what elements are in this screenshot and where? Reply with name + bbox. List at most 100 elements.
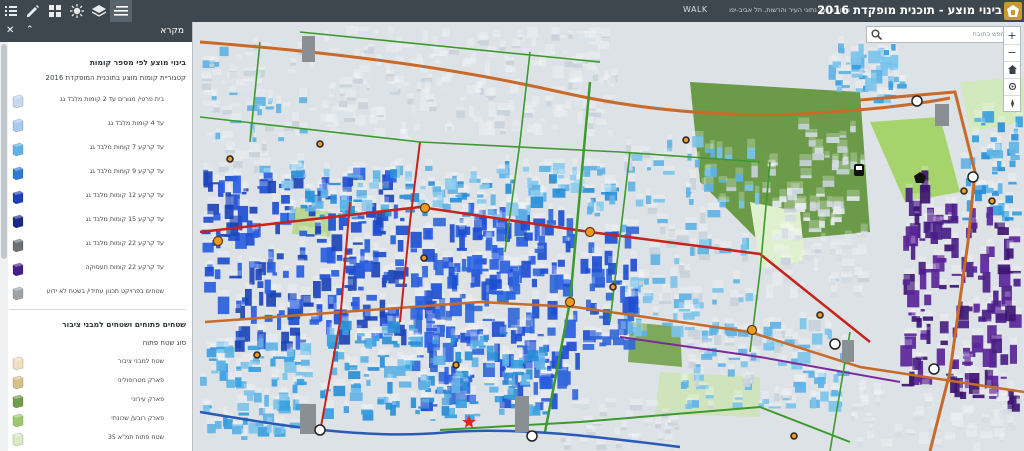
search-box[interactable]: חפש כתובת (866, 26, 1011, 43)
legend-swatch (12, 94, 24, 108)
locate-button[interactable] (1004, 78, 1020, 94)
legend-item-label: עד קרקע 22 קומות מלבד גג (85, 240, 164, 247)
legend-swatch (12, 262, 24, 276)
legend-section-subtitle: סוג שטח פתוח (142, 339, 186, 347)
stop-marker[interactable] (419, 202, 431, 214)
legend-item-label: בית פרטי/ מגורים עד 2 קומות מלבד גג (60, 96, 164, 103)
tower (300, 404, 316, 434)
stop-marker[interactable] (564, 296, 576, 308)
edit-button[interactable] (22, 0, 44, 22)
legend-swatch (12, 190, 24, 204)
brightness-button[interactable] (66, 0, 88, 22)
legend-swatch (12, 286, 24, 300)
legend-item-label: פארק עירוני (131, 396, 164, 403)
compass-button[interactable] (1004, 95, 1020, 111)
search-icon[interactable] (871, 29, 882, 40)
legend-scrollbar[interactable] (0, 42, 8, 451)
zoom-out-button[interactable]: − (1004, 44, 1020, 60)
stop-marker[interactable] (584, 226, 596, 238)
app-header: WALK מתוך מאגר נתוני העיר והרשות, תל אבי… (0, 0, 1024, 22)
tower (842, 340, 854, 362)
station-marker[interactable] (829, 338, 841, 350)
zoom-in-button[interactable]: + (1004, 27, 1020, 43)
station-marker[interactable] (314, 424, 326, 436)
legend-item-label: פארק מטרופוליני (117, 377, 164, 384)
poi-marker[interactable] (988, 197, 996, 205)
legend-section-title: שטחים פתוחים ושטחים למבני ציבור (62, 320, 186, 329)
menu-button[interactable] (110, 0, 132, 22)
stop-marker[interactable] (212, 235, 224, 247)
legend-item-label: עד קרקע 22 קומות תעסוקה (85, 264, 164, 271)
legend-item: עד קרקע 12 קומות מלבד גג (10, 188, 186, 206)
poi-marker[interactable] (226, 155, 234, 163)
legend-body: בינוי מוצע לפי מספר קומות קטגוריית קומות… (10, 42, 186, 451)
legend-header: ✕ ⌃ מקרא (0, 22, 192, 42)
legend-swatch (12, 166, 24, 180)
tower (935, 104, 949, 126)
menu-icon (114, 6, 128, 16)
grid-button[interactable] (44, 0, 66, 22)
locate-icon (1008, 82, 1016, 91)
list-button[interactable] (0, 0, 22, 22)
station-marker[interactable] (928, 363, 940, 375)
legend-swatch (12, 432, 24, 446)
legend-item: עד קרקע 22 קומות תעסוקה (10, 260, 186, 278)
legend-item-label: עד קרקע 12 קומות מלבד גג (85, 192, 164, 199)
legend-section-subtitle: קטגוריית קומות מוצע בתוכנית המופקדת 2016 (45, 74, 187, 82)
poi-marker[interactable] (253, 351, 261, 359)
station-marker[interactable] (526, 430, 538, 442)
map-controls: + − (1003, 26, 1021, 112)
layers-button[interactable] (88, 0, 110, 22)
legend-item-label: פארק רובע/ שכונתי (111, 415, 164, 422)
legend-item: פארק מטרופוליני (10, 373, 186, 391)
collapse-icon[interactable]: ⌃ (26, 25, 34, 35)
poi-marker[interactable] (452, 361, 460, 369)
poi-marker[interactable] (682, 136, 690, 144)
legend-swatch (12, 214, 24, 228)
legend-swatch (12, 238, 24, 252)
legend-item-label: עד קרקע 15 קומות מלבד גג (85, 216, 164, 223)
legend-item: פארק רובע/ שכונתי (10, 411, 186, 429)
poi-marker[interactable] (609, 283, 617, 291)
logo-icon (1004, 2, 1022, 20)
poi-marker[interactable] (420, 254, 428, 262)
legend-item: עד קרקע 22 קומות מלבד גג (10, 236, 186, 254)
legend-swatch (12, 356, 24, 370)
poi-marker[interactable] (816, 311, 824, 319)
legend-item: שטח למבני ציבור (10, 354, 186, 372)
page-title: בינוי מוצע - תוכנית מופקדת 2016 (817, 3, 1002, 17)
legend-item-label: שטח פתוח תמ"א 35 (107, 434, 164, 441)
station-marker[interactable] (967, 171, 979, 183)
legend-item: עד קרקע 7 קומות מלבד גג (10, 140, 186, 158)
legend-item-label: שטחים בפרויקט תכנון עתידי/ בשטח לא ידוע (46, 288, 164, 295)
legend-item: פארק עירוני (10, 392, 186, 410)
legend-swatch (12, 375, 24, 389)
poi-marker[interactable] (960, 187, 968, 195)
home-icon (1007, 65, 1017, 74)
app-window: WALK מתוך מאגר נתוני העיר והרשות, תל אבי… (0, 0, 1024, 451)
home-button[interactable] (1004, 61, 1020, 77)
walk-link[interactable]: WALK (683, 5, 708, 14)
legend-item: עד 4 קומות מלבד גג (10, 116, 186, 134)
brightness-icon (70, 4, 84, 18)
search-input[interactable]: חפש כתובת (973, 30, 1006, 38)
bus-icon[interactable] (854, 164, 864, 176)
poi-marker[interactable] (316, 140, 324, 148)
legend-title: מקרא (160, 26, 184, 36)
poi-marker[interactable] (790, 432, 798, 440)
layers-icon (92, 5, 106, 17)
legend-item-label: עד קרקע 9 קומות מלבד גג (89, 168, 164, 175)
close-icon[interactable]: ✕ (6, 25, 14, 36)
tower (515, 396, 529, 432)
legend-section-title: בינוי מוצע לפי מספר קומות (89, 58, 186, 67)
legend-swatch (12, 118, 24, 132)
station-marker[interactable] (911, 95, 923, 107)
legend-swatch (12, 394, 24, 408)
tower (302, 36, 315, 62)
legend-item: עד קרקע 9 קומות מלבד גג (10, 164, 186, 182)
legend-swatch (12, 413, 24, 427)
scrollbar-thumb[interactable] (1, 44, 7, 259)
legend-item: בית פרטי/ מגורים עד 2 קומות מלבד גג (10, 92, 186, 110)
grid-icon (49, 5, 61, 17)
stop-marker[interactable] (746, 324, 758, 336)
